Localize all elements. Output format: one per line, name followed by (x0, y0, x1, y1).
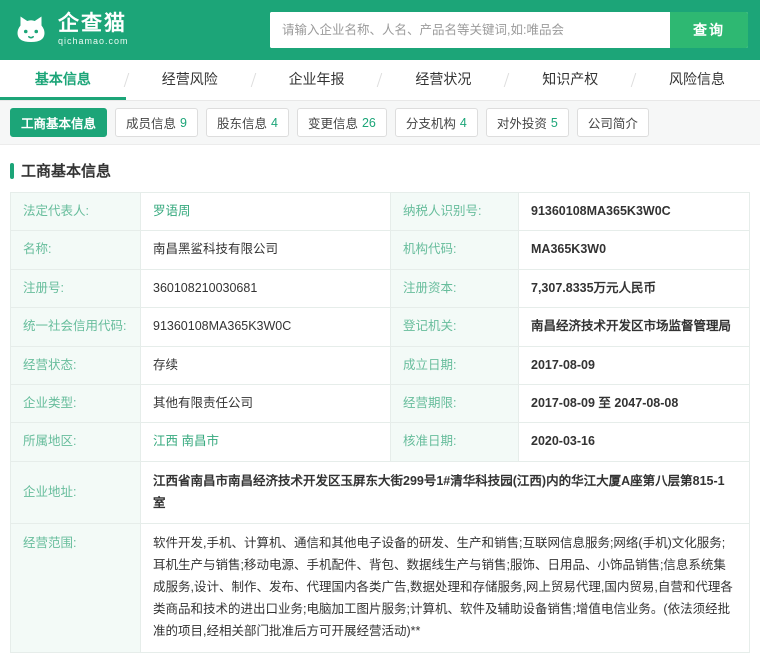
brand-name: 企查猫 (58, 13, 129, 35)
field-label-company-type: 企业类型: (11, 385, 141, 423)
field-value-approval-date: 2020-03-16 (519, 423, 750, 461)
tab-basic-info[interactable]: 基本信息 (0, 60, 126, 100)
subnav-item-branches[interactable]: 分支机构4 (395, 108, 478, 137)
subnav-item-shareholders[interactable]: 股东信息4 (206, 108, 289, 137)
field-value-registered-capital: 7,307.8335万元人民币 (519, 270, 750, 308)
count-badge: 5 (551, 116, 558, 130)
field-label-registration-number: 注册号: (11, 270, 141, 308)
tab-label: 经营状况 (415, 69, 471, 89)
search-button[interactable]: 查询 (670, 12, 748, 48)
tab-intellectual-property[interactable]: 知识产权 (507, 60, 633, 100)
tab-label: 经营风险 (162, 69, 218, 89)
field-value-credit-code: 91360108MA365K3W0C (141, 308, 391, 346)
field-value-company-name: 南昌黑鲨科技有限公司 (141, 231, 391, 269)
field-value-region[interactable]: 江西 南昌市 (141, 423, 391, 461)
field-value-registration-authority: 南昌经济技术开发区市场监督管理局 (519, 308, 750, 346)
subnav-item-company-profile[interactable]: 公司简介 (577, 108, 649, 137)
tab-label: 基本信息 (35, 69, 91, 89)
field-label-org-code: 机构代码: (391, 231, 519, 269)
search-box: 查询 (270, 12, 748, 48)
sub-nav: 工商基本信息 成员信息9 股东信息4 变更信息26 分支机构4 对外投资5 公司… (0, 101, 760, 145)
count-badge: 9 (180, 116, 187, 130)
field-label-company-address: 企业地址: (11, 462, 141, 525)
field-label-credit-code: 统一社会信用代码: (11, 308, 141, 346)
field-value-registration-number: 360108210030681 (141, 270, 391, 308)
count-badge: 4 (271, 116, 278, 130)
field-label-establishment-date: 成立日期: (391, 347, 519, 385)
count-badge: 26 (362, 116, 376, 130)
logo[interactable]: 企查猫 qichamao.com (12, 11, 129, 49)
field-label-taxpayer-id: 纳税人识别号: (391, 193, 519, 231)
top-header: 企查猫 qichamao.com 查询 (0, 0, 760, 60)
search-input[interactable] (270, 12, 670, 48)
section-title: 工商基本信息 (21, 160, 111, 181)
field-label-region: 所属地区: (11, 423, 141, 461)
business-info-table: 法定代表人: 罗语周 纳税人识别号: 91360108MA365K3W0C 名称… (10, 192, 750, 653)
subnav-item-members[interactable]: 成员信息9 (115, 108, 198, 137)
tab-label: 风险信息 (669, 69, 725, 89)
subnav-item-changes[interactable]: 变更信息26 (297, 108, 387, 137)
field-value-company-address: 江西省南昌市南昌经济技术开发区玉屏东大街299号1#清华科技园(江西)内的华江大… (141, 462, 750, 525)
field-value-taxpayer-id: 91360108MA365K3W0C (519, 193, 750, 231)
tab-label: 企业年报 (289, 69, 345, 89)
field-label-legal-representative: 法定代表人: (11, 193, 141, 231)
field-label-approval-date: 核准日期: (391, 423, 519, 461)
cat-logo-icon (12, 11, 50, 49)
field-value-operation-period: 2017-08-09 至 2047-08-08 (519, 385, 750, 423)
section-accent-bar (10, 163, 14, 179)
tab-risk-info[interactable]: 风险信息 (634, 60, 760, 100)
field-value-company-type: 其他有限责任公司 (141, 385, 391, 423)
logo-text: 企查猫 qichamao.com (58, 13, 129, 46)
main-tabs: 基本信息 经营风险 企业年报 经营状况 知识产权 风险信息 (0, 60, 760, 101)
field-value-establishment-date: 2017-08-09 (519, 347, 750, 385)
field-value-legal-representative[interactable]: 罗语周 (141, 193, 391, 231)
field-value-operating-status: 存续 (141, 347, 391, 385)
brand-domain: qichamao.com (58, 37, 129, 46)
subnav-item-business-basic-info[interactable]: 工商基本信息 (10, 108, 107, 137)
field-value-org-code: MA365K3W0 (519, 231, 750, 269)
field-label-registered-capital: 注册资本: (391, 270, 519, 308)
tab-operation-status[interactable]: 经营状况 (380, 60, 506, 100)
field-label-registration-authority: 登记机关: (391, 308, 519, 346)
tab-annual-report[interactable]: 企业年报 (254, 60, 380, 100)
tab-label: 知识产权 (542, 69, 598, 89)
subnav-item-investments[interactable]: 对外投资5 (486, 108, 569, 137)
tab-operation-risk[interactable]: 经营风险 (127, 60, 253, 100)
section-head: 工商基本信息 (10, 160, 750, 181)
count-badge: 4 (460, 116, 467, 130)
field-label-operating-status: 经营状态: (11, 347, 141, 385)
field-label-company-name: 名称: (11, 231, 141, 269)
content: 工商基本信息 法定代表人: 罗语周 纳税人识别号: 91360108MA365K… (10, 160, 750, 653)
field-label-operation-period: 经营期限: (391, 385, 519, 423)
